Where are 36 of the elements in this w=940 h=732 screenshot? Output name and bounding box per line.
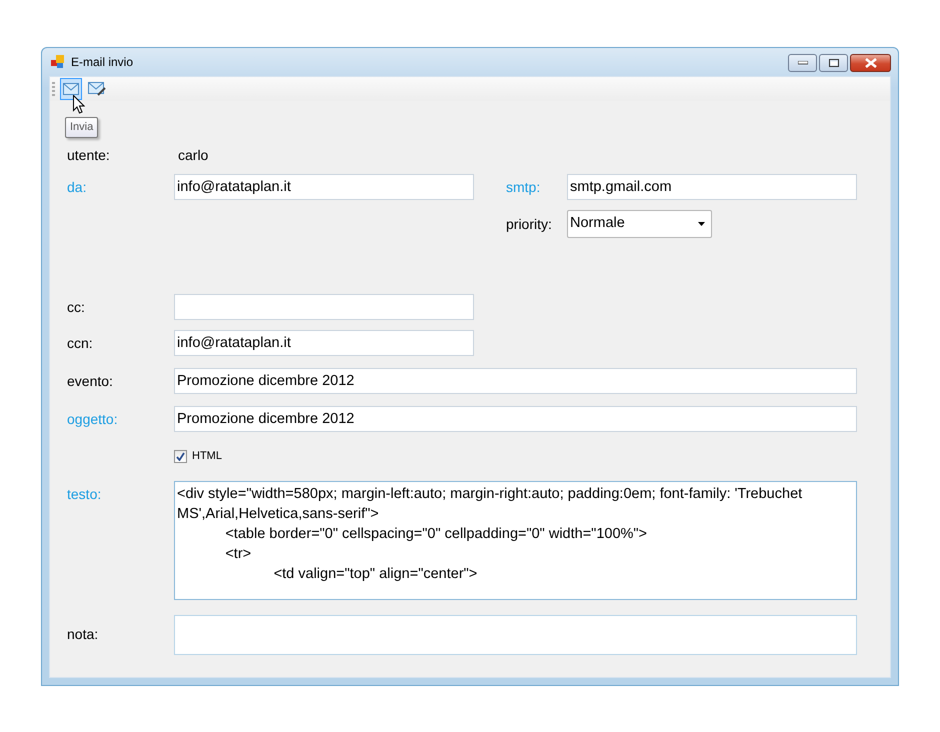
- input-field[interactable]: smtp.gmail.com: [567, 174, 857, 200]
- note-field[interactable]: [174, 614, 857, 654]
- tooltip: Invia: [65, 117, 98, 138]
- minimize-icon: [798, 61, 808, 65]
- message-textarea[interactable]: <div style="width=580px; margin-left:auto; margin-right:auto; padding:0em; font-family: 'Trebuchet MS',Arial,Helvetica,sans-serif"> <table border="0" cellspacing="0" cellpadding="0" width="100%"> <tr> <td valign="top" align="center">: [174, 480, 857, 600]
- close-icon: [864, 58, 876, 68]
- field-label: da:: [67, 178, 88, 196]
- caret-icon: [698, 222, 705, 226]
- field-label: nota:: [67, 625, 100, 644]
- input-field[interactable]: [174, 294, 474, 320]
- input-field[interactable]: info@ratataplan.it: [174, 174, 474, 200]
- maximize-icon: [828, 59, 838, 67]
- field-label: evento:: [67, 372, 114, 390]
- priority-dropdown[interactable]: Normale: [567, 210, 712, 238]
- minimize-button[interactable]: [788, 54, 817, 72]
- cursor-icon: [73, 94, 85, 114]
- field-label: priority:: [506, 214, 553, 234]
- checkbox-label: HTML: [192, 449, 222, 464]
- input-field[interactable]: info@ratataplan.it: [174, 330, 474, 356]
- envelope-icon: [63, 83, 79, 95]
- maximize-button[interactable]: [819, 54, 848, 72]
- field-label: testo:: [67, 484, 102, 504]
- app-icon: [51, 55, 65, 69]
- input-field[interactable]: Promozione dicembre 2012: [174, 406, 857, 432]
- checkbox[interactable]: [174, 450, 187, 463]
- field-label: smtp:: [506, 178, 542, 197]
- field-label: ccn:: [67, 334, 94, 352]
- field-label: cc:: [67, 298, 86, 316]
- field-label: oggetto:: [67, 410, 119, 429]
- send-button[interactable]: [60, 78, 82, 100]
- close-button[interactable]: [850, 54, 891, 72]
- user-value: carlo: [177, 146, 208, 164]
- field-label: utente:: [67, 146, 111, 164]
- envelope-pen-icon: [88, 82, 106, 96]
- window-title: E-mail invio: [71, 54, 134, 71]
- input-field[interactable]: Promozione dicembre 2012: [174, 368, 857, 394]
